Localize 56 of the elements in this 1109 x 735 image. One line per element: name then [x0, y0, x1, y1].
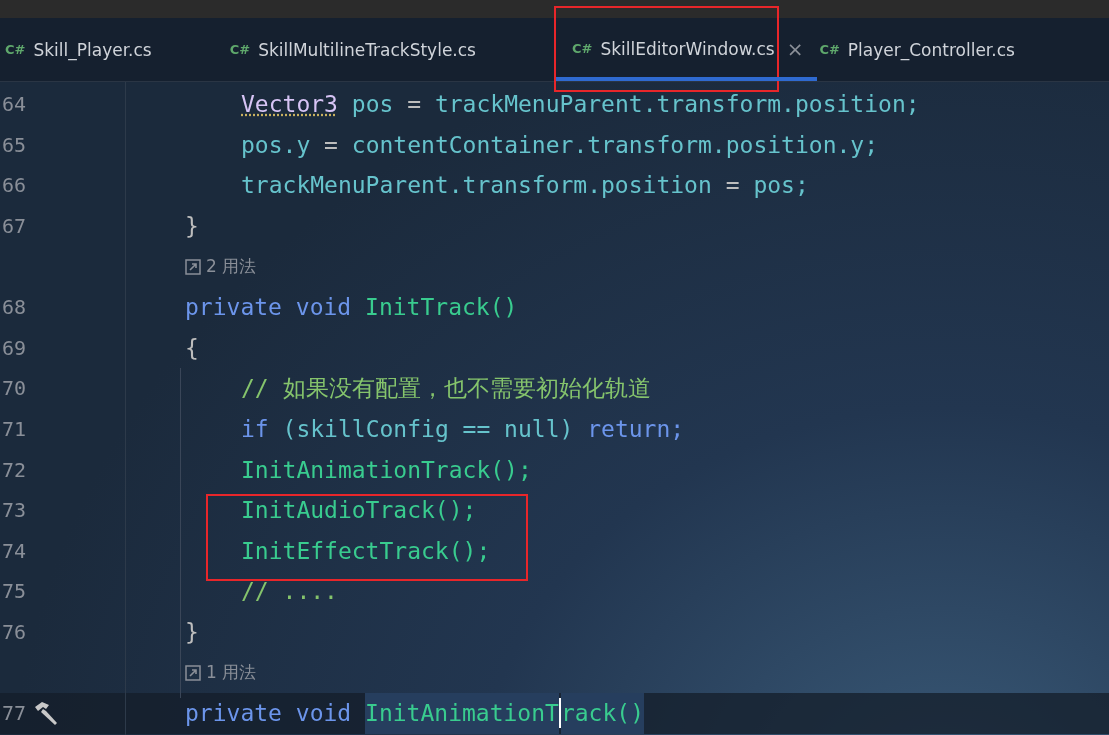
type-name: Vector3 [241, 91, 338, 118]
line-number: 76 [2, 620, 27, 644]
csharp-icon: C# [229, 42, 251, 57]
code-text: pos [351, 91, 394, 118]
method-call: InitAudioTrack(); [241, 497, 477, 524]
keyword: private [185, 700, 282, 727]
file-tab[interactable]: C# SkillMultilineTrackStyle.cs [229, 17, 490, 82]
punctuation: } [185, 619, 199, 645]
usages-hint[interactable]: 2 用法 [206, 255, 257, 279]
usages-hint[interactable]: 1 用法 [206, 661, 257, 685]
method-call: InitEffectTrack(); [241, 537, 491, 564]
code-comment: // 如果没有配置，也不需要初始化轨道 [241, 373, 651, 403]
code-text: (skillConfig == null) [282, 416, 574, 443]
line-number: 65 [2, 132, 27, 157]
method-call: InitAnimationTrack(); [241, 456, 532, 483]
jump-to-icon[interactable] [185, 258, 201, 275]
code-text: pos; [753, 172, 809, 199]
code-text: trackMenuParent.transform.position [241, 172, 712, 199]
line-number: 75 [2, 579, 27, 604]
file-tab[interactable]: C# SkillEditorWindow.cs × [556, 16, 818, 81]
punctuation: } [185, 213, 199, 240]
method-call: InitTrack() [365, 294, 518, 321]
file-tab[interactable]: C# Player_Controller.cs [819, 17, 1029, 82]
jump-to-icon[interactable] [185, 664, 201, 681]
file-tab[interactable]: C# Skill_Player.cs [5, 17, 166, 82]
line-number: 66 [2, 173, 27, 198]
csharp-icon: C# [5, 42, 26, 57]
csharp-icon: C# [819, 42, 840, 57]
line-number: 70 [2, 376, 27, 401]
code-text: pos.y [241, 131, 311, 158]
punctuation: = [725, 172, 740, 199]
punctuation: = [324, 131, 338, 158]
line-number: 71 [2, 417, 27, 442]
punctuation: { [185, 334, 199, 361]
close-icon[interactable]: × [786, 36, 804, 61]
code-text: trackMenuParent.transform.position; [434, 91, 920, 118]
punctuation: = [407, 91, 422, 118]
hammer-icon[interactable] [32, 701, 60, 726]
keyword: void [295, 294, 352, 321]
keyword: void [295, 700, 352, 727]
line-number: 74 [2, 538, 27, 563]
method-call: InitAnimationT [365, 692, 559, 734]
line-number: 67 [2, 214, 27, 239]
line-number: 72 [2, 457, 27, 482]
keyword: private [185, 294, 282, 321]
line-number: 73 [2, 498, 27, 523]
method-call: rack() [560, 692, 644, 734]
keyword: if [241, 416, 269, 443]
code-comment: // .... [241, 578, 338, 605]
line-number: 68 [2, 295, 27, 320]
line-number: 77 [2, 701, 27, 726]
csharp-icon: C# [572, 41, 593, 56]
line-number: 69 [2, 335, 27, 360]
code-text: contentContainer.transform.position.y; [351, 131, 879, 158]
keyword: return; [587, 416, 685, 443]
line-number: 64 [2, 92, 27, 117]
